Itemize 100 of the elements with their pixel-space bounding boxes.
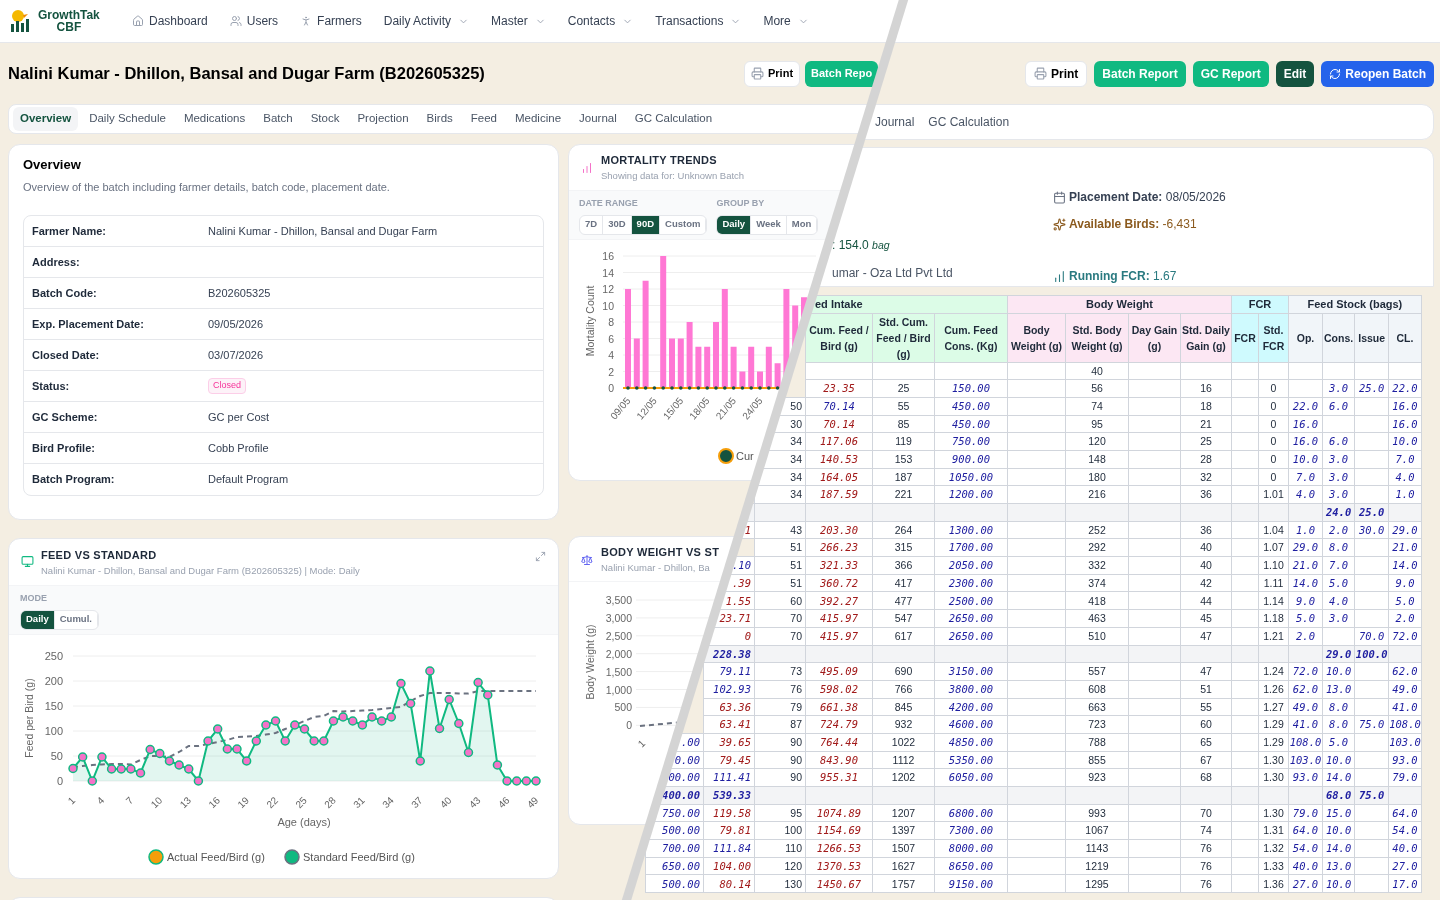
nav-item[interactable]: Contacts: [567, 12, 634, 30]
axis-label: 13: [177, 794, 194, 811]
feeder-icon: [21, 555, 34, 568]
axis-label: 100: [44, 725, 63, 737]
tab[interactable]: Daily Schedule: [82, 107, 173, 131]
axis-label: 150: [44, 700, 63, 712]
legend-swatch: [284, 849, 300, 865]
print-button[interactable]: Print: [1024, 60, 1088, 87]
mortality-bar: [713, 322, 719, 388]
nav-item[interactable]: Dashboard: [132, 12, 208, 30]
nav-item[interactable]: Master: [491, 12, 546, 30]
status-badge: Closed: [208, 378, 246, 394]
nav-item[interactable]: Daily Activity: [383, 12, 470, 30]
action-button[interactable]: Reopen Batch: [1321, 60, 1434, 87]
nav-item[interactable]: More: [763, 12, 809, 30]
group-header: Body Weight: [1007, 295, 1232, 313]
axis-label: 1,000: [605, 683, 632, 696]
data-point: [454, 718, 464, 729]
data-point: [670, 386, 674, 390]
tab[interactable]: Stock: [303, 107, 347, 131]
column-header: CL.: [1388, 313, 1422, 362]
axis-label: 3,000: [605, 611, 632, 624]
print-button[interactable]: Print: [744, 60, 801, 87]
column-header: Std. Body Weight (g): [1065, 313, 1129, 362]
data-point: [687, 386, 692, 390]
data-point: [184, 764, 194, 774]
data-point: [376, 716, 387, 726]
data-point: [767, 386, 771, 390]
segment-option[interactable]: Custom: [660, 215, 707, 234]
axis-label: 34: [380, 794, 396, 811]
tab[interactable]: Medicine: [508, 107, 569, 131]
data-point: [661, 386, 665, 390]
data-point: [319, 736, 329, 746]
tab[interactable]: GC Calculation: [925, 110, 1013, 134]
data-point: [299, 724, 310, 734]
segment-option[interactable]: Week: [751, 215, 787, 234]
data-point: [775, 386, 780, 390]
segment-option[interactable]: Mon: [786, 215, 818, 234]
axis-title: Body Weight (g): [584, 624, 596, 700]
control-label: GROUP BY: [716, 197, 766, 210]
data-point: [415, 756, 425, 766]
axis-label: 2,500: [605, 629, 632, 642]
mortality-bar: [686, 322, 693, 388]
tab[interactable]: Birds: [419, 107, 460, 131]
axis-label: 2,000: [605, 647, 632, 660]
legend-swatch: [148, 849, 164, 865]
available-birds: Available Birds: -6,431: [1069, 216, 1197, 233]
tab[interactable]: Projection: [350, 107, 416, 131]
data-point: [492, 760, 503, 770]
segment-option[interactable]: Daily: [717, 215, 752, 234]
data-point: [106, 764, 117, 774]
field-label: Batch Program:: [32, 472, 116, 488]
nav-icon: [229, 15, 242, 27]
data-point: [164, 756, 175, 766]
axis-label: 0: [626, 719, 632, 732]
axis-label: 0: [608, 382, 614, 394]
data-point: [740, 386, 745, 390]
nav-item[interactable]: Transactions: [655, 12, 742, 30]
data-point: [714, 386, 718, 390]
column-header: Std. Daily Gain (g): [1180, 313, 1232, 362]
segment-option[interactable]: Daily: [21, 610, 55, 629]
tab[interactable]: Journal: [872, 110, 918, 134]
logo-subtitle: CBF: [56, 21, 82, 33]
data-point: [473, 677, 483, 688]
field-value: B202605325: [208, 285, 271, 301]
data-point: [357, 720, 368, 730]
card-title: MORTALITY TRENDS: [601, 153, 718, 168]
column-header: Cons.: [1322, 313, 1355, 362]
axis-label: 200: [44, 675, 63, 687]
action-button[interactable]: Edit: [1275, 60, 1315, 87]
tab[interactable]: GC Calculation: [627, 107, 720, 131]
tab[interactable]: Overview: [13, 107, 79, 131]
data-point: [174, 760, 184, 770]
card-title: BODY WEIGHT VS ST: [601, 545, 720, 560]
nav-item[interactable]: Users: [229, 12, 279, 30]
bar-chart-icon: [581, 162, 593, 174]
nav-item[interactable]: Farmers: [300, 12, 362, 30]
tab[interactable]: Journal: [572, 107, 624, 131]
tab[interactable]: Batch: [256, 107, 300, 131]
mortality-bar: [730, 346, 737, 388]
expand-icon[interactable]: [535, 551, 546, 562]
axis-title: Age (days): [277, 816, 331, 828]
data-point: [635, 386, 639, 390]
data-point: [731, 386, 736, 390]
axis-label: 500: [614, 701, 632, 714]
data-point: [444, 694, 454, 705]
data-point: [396, 678, 406, 689]
tab[interactable]: Medications: [176, 107, 253, 131]
segment-option[interactable]: 7D: [580, 215, 604, 234]
segment-option[interactable]: 90D: [631, 215, 661, 234]
feed-quantity: : 154.0 bag: [832, 237, 891, 254]
segment-option[interactable]: Cumul.: [54, 610, 98, 629]
segment-option[interactable]: 30D: [603, 215, 632, 234]
column-header: Issue: [1354, 313, 1389, 362]
field-label: GC Scheme:: [32, 409, 99, 425]
company-name: umar - Oza Ltd Pvt Ltd: [832, 265, 954, 282]
data-point: [696, 386, 701, 390]
field-value: 03/07/2026: [208, 347, 264, 363]
tab[interactable]: Feed: [463, 107, 504, 131]
refresh-icon: [1329, 67, 1342, 80]
